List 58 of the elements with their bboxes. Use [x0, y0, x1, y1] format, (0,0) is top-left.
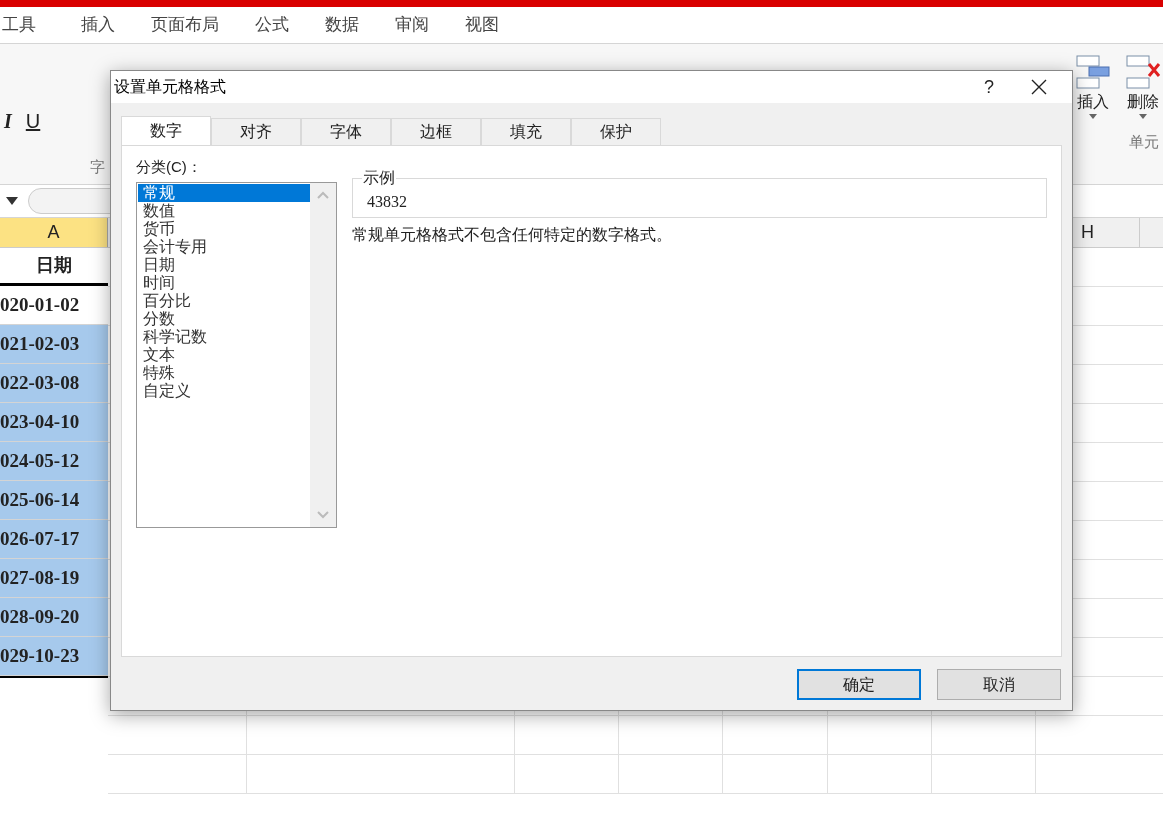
table-cell: 022-03-08	[0, 364, 108, 403]
category-item[interactable]: 自定义	[138, 382, 310, 400]
underline-button[interactable]: U	[25, 106, 41, 136]
sample-value: 43832	[367, 193, 407, 210]
menu-tab[interactable]: 插入	[63, 12, 133, 38]
dialog-tab[interactable]: 填充	[481, 118, 571, 145]
menu-tab[interactable]: 页面布局	[133, 12, 237, 38]
format-description: 常规单元格格式不包含任何特定的数字格式。	[352, 225, 673, 245]
dialog-tab[interactable]: 边框	[391, 118, 481, 145]
insert-cells-icon	[1075, 54, 1111, 90]
close-icon	[1031, 79, 1047, 95]
menu-tab[interactable]: 数据	[307, 12, 377, 38]
dialog-tab[interactable]: 数字	[121, 116, 211, 145]
dialog-title: 设置单元格格式	[114, 77, 227, 97]
table-cell: 027-08-19	[0, 559, 108, 598]
dialog-tab[interactable]: 字体	[301, 118, 391, 145]
ok-button[interactable]: 确定	[797, 669, 921, 700]
dialog-tab[interactable]: 对齐	[211, 118, 301, 145]
menu-tab[interactable]: 公式	[237, 12, 307, 38]
delete-button[interactable]: 删除	[1125, 54, 1161, 119]
group-label: 字	[90, 157, 106, 177]
menu-tab[interactable]: 工具	[0, 12, 63, 38]
group-label: 单元	[1129, 132, 1159, 152]
table-cell: 021-02-03	[0, 325, 108, 364]
category-item[interactable]: 时间	[138, 274, 310, 292]
category-label: 分类(C)：	[136, 157, 203, 177]
scroll-up-icon[interactable]	[317, 191, 329, 199]
dialog-tab[interactable]: 保护	[571, 118, 661, 145]
category-item[interactable]: 文本	[138, 346, 310, 364]
cancel-button[interactable]: 取消	[937, 669, 1061, 700]
table-cell: 026-07-17	[0, 520, 108, 559]
category-item[interactable]: 日期	[138, 256, 310, 274]
category-item[interactable]: 数值	[138, 202, 310, 220]
help-button[interactable]: ?	[969, 73, 1009, 101]
category-list[interactable]: 常规 数值 货币 会计专用 日期 时间 百分比 分数 科学记数 文本 特殊 自定义	[136, 182, 337, 528]
caret-icon	[1089, 114, 1097, 119]
scroll-down-icon[interactable]	[317, 511, 329, 519]
table-cell: 025-06-14	[0, 481, 108, 520]
insert-button[interactable]: 插入	[1075, 54, 1111, 119]
italic-button[interactable]: I	[4, 106, 12, 136]
category-item[interactable]: 百分比	[138, 292, 310, 310]
menu-tab[interactable]: 视图	[447, 12, 517, 38]
category-item[interactable]: 会计专用	[138, 238, 310, 256]
table-cell: 023-04-10	[0, 403, 108, 442]
caret-icon	[1139, 114, 1147, 119]
category-item[interactable]: 特殊	[138, 364, 310, 382]
table-cell: 024-05-12	[0, 442, 108, 481]
table-cell: 029-10-23	[0, 637, 108, 676]
category-item[interactable]: 常规	[138, 184, 310, 202]
table-cell: 028-09-20	[0, 598, 108, 637]
category-item[interactable]: 分数	[138, 310, 310, 328]
dropdown-arrow-icon	[6, 197, 18, 205]
sample-label: 示例	[362, 168, 396, 188]
scrollbar[interactable]	[310, 183, 336, 527]
column-header[interactable]: A	[0, 218, 108, 247]
category-item[interactable]: 科学记数	[138, 328, 310, 346]
category-item[interactable]: 货币	[138, 220, 310, 238]
menu-tab[interactable]: 审阅	[377, 12, 447, 38]
